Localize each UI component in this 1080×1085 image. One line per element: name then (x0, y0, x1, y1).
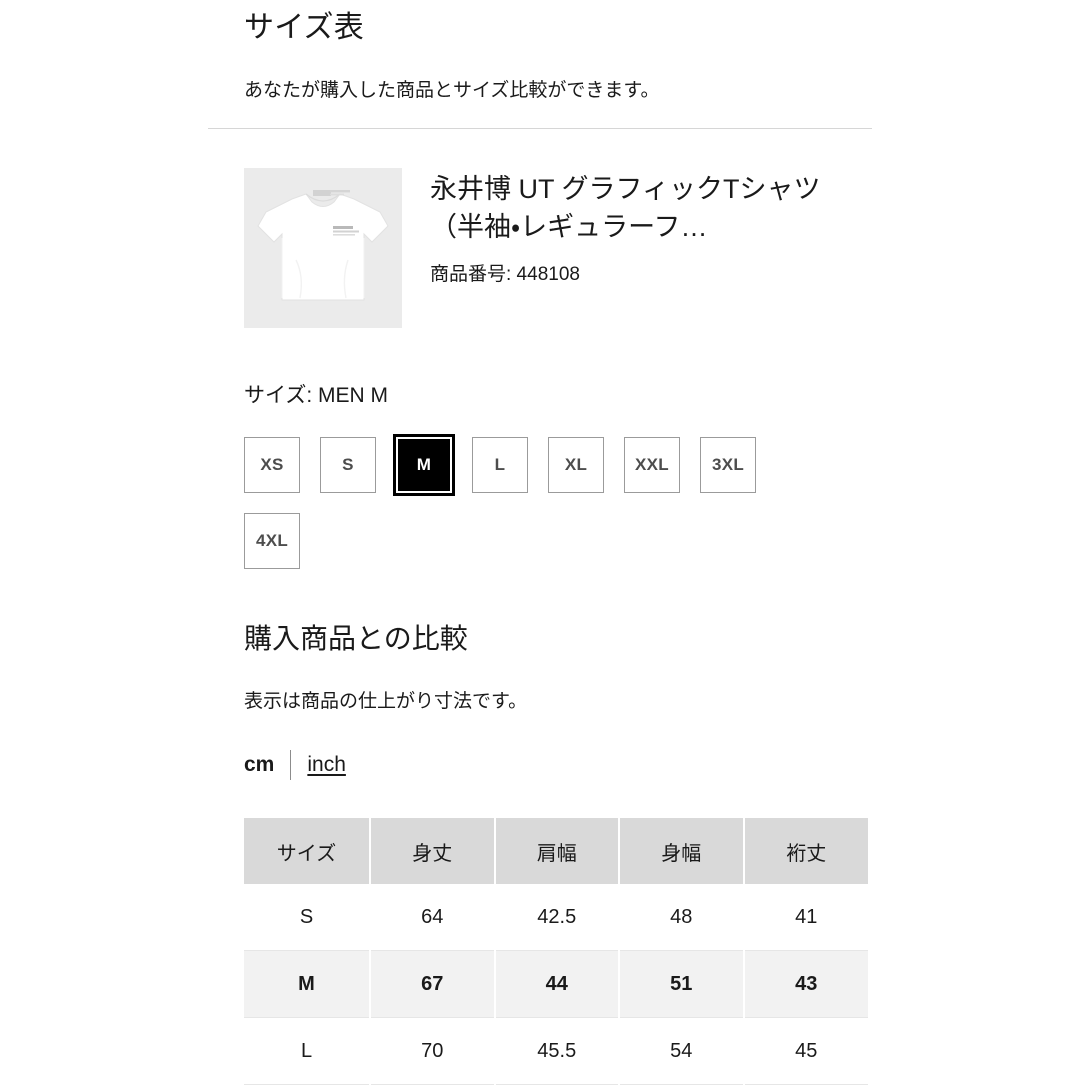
cell-size: M (244, 950, 371, 1018)
size-selector-section: サイズ: MEN M XS S M L XL XXL 3XL 4XL (244, 382, 884, 570)
product-info: 永井博 UT グラフィックTシャツ（半袖・レギュラーフ… 商品番号: 44810… (430, 168, 872, 289)
cell-sleeve-length: 41 (743, 884, 868, 951)
unit-option-cm[interactable]: cm (244, 753, 274, 777)
tshirt-icon (257, 190, 389, 301)
cell-shoulder-width: 45.5 (494, 1017, 620, 1085)
column-header-shoulder-width: 肩幅 (494, 818, 620, 884)
size-table-head: サイズ 身丈 肩幅 身幅 裄丈 (244, 818, 868, 884)
size-chip-list: XS S M L XL XXL 3XL 4XL (244, 434, 804, 570)
size-chip-4xl[interactable]: 4XL (244, 513, 300, 570)
page-subtitle: あなたが購入した商品とサイズ比較ができます。 (244, 79, 660, 101)
product-thumbnail[interactable] (244, 168, 402, 328)
cell-size: S (244, 884, 371, 951)
cell-body-length: 70 (370, 1017, 496, 1085)
product-summary[interactable]: 永井博 UT グラフィックTシャツ（半袖・レギュラーフ… 商品番号: 44810… (244, 168, 872, 328)
cell-size: L (244, 1017, 371, 1085)
cell-chest-width: 48 (619, 884, 745, 951)
size-chip-l[interactable]: L (472, 437, 528, 494)
selected-size-label: サイズ: MEN M (244, 384, 389, 407)
page-title: サイズ表 (244, 11, 364, 44)
unit-toggle: cm inch (244, 748, 884, 782)
size-chip-s[interactable]: S (320, 437, 376, 494)
header-divider (208, 128, 872, 129)
column-header-chest-width: 身幅 (619, 818, 745, 884)
product-name: 永井博 UT グラフィックTシャツ（半袖・レギュラーフ… (430, 174, 821, 243)
table-row: L 70 45.5 54 45 (244, 1017, 868, 1085)
size-table: サイズ 身丈 肩幅 身幅 裄丈 S 64 42.5 48 41 M 67 44 … (244, 818, 868, 1085)
cell-chest-width: 54 (619, 1017, 745, 1085)
comparison-title: 購入商品との比較 (244, 623, 468, 654)
table-row: M 67 44 51 43 (244, 950, 868, 1018)
column-header-size: サイズ (244, 818, 371, 884)
unit-option-inch[interactable]: inch (307, 753, 346, 777)
column-header-sleeve-length: 裄丈 (743, 818, 868, 884)
unit-separator (290, 750, 292, 781)
cell-chest-width: 51 (619, 950, 745, 1018)
comparison-section: 購入商品との比較 表示は商品の仕上がり寸法です。 cm inch (244, 620, 884, 782)
comparison-note: 表示は商品の仕上がり寸法です。 (244, 690, 528, 712)
size-chip-xxl[interactable]: XXL (624, 437, 680, 494)
cell-shoulder-width: 42.5 (494, 884, 620, 951)
column-header-body-length: 身丈 (370, 818, 496, 884)
cell-sleeve-length: 45 (743, 1017, 868, 1085)
size-chart-page: サイズ表 あなたが購入した商品とサイズ比較ができます。 永井博 UT グラフィッ… (0, 0, 1080, 1085)
cell-body-length: 64 (370, 884, 496, 951)
cell-body-length: 67 (370, 950, 496, 1018)
size-chip-xl[interactable]: XL (548, 437, 604, 494)
size-chip-m[interactable]: M (393, 434, 455, 497)
size-chip-xs[interactable]: XS (244, 437, 300, 494)
table-header-row: サイズ 身丈 肩幅 身幅 裄丈 (244, 818, 868, 884)
cell-sleeve-length: 43 (743, 950, 868, 1018)
cell-shoulder-width: 44 (494, 950, 620, 1018)
table-row: S 64 42.5 48 41 (244, 884, 868, 951)
page-header: サイズ表 あなたが購入した商品とサイズ比較ができます。 (0, 0, 1080, 105)
size-chip-3xl[interactable]: 3XL (700, 437, 756, 494)
product-code: 商品番号: 448108 (430, 263, 580, 285)
size-table-container: サイズ 身丈 肩幅 身幅 裄丈 S 64 42.5 48 41 M 67 44 … (244, 818, 868, 1085)
size-table-body: S 64 42.5 48 41 M 67 44 51 43 L 70 45.5 (244, 884, 868, 1085)
